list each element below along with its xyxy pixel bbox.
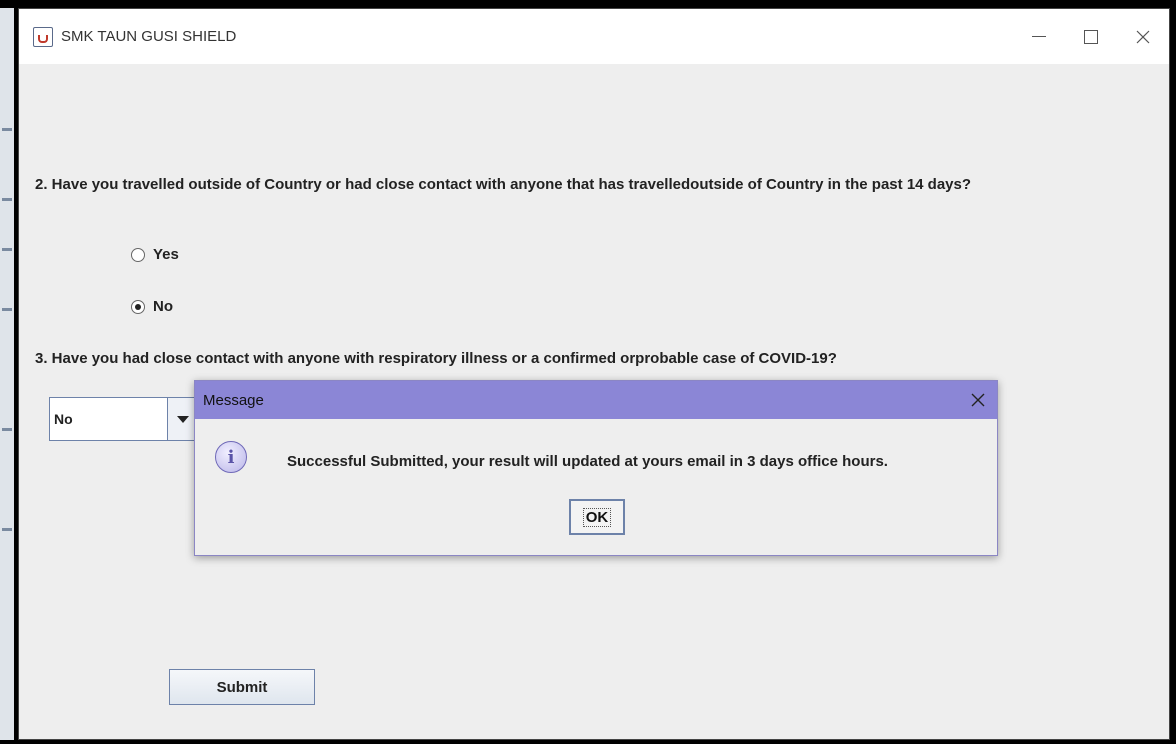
ok-button[interactable]: OK [569, 499, 625, 535]
question-3-dropdown[interactable]: No [49, 397, 199, 441]
title-bar[interactable]: SMK TAUN GUSI SHIELD [19, 9, 1169, 64]
radio-no-label: No [153, 298, 173, 315]
dialog-title: Message [203, 391, 264, 409]
java-cup-icon [33, 26, 53, 47]
dialog-title-bar[interactable]: Message [195, 381, 997, 419]
close-button[interactable] [1117, 9, 1169, 64]
question-2-label: 2. Have you travelled outside of Country… [35, 176, 972, 193]
maximize-icon [1084, 29, 1098, 44]
close-icon [1136, 30, 1150, 43]
radio-yes-label: Yes [153, 246, 179, 263]
radio-yes-option[interactable]: Yes [131, 246, 179, 263]
message-dialog: Message i Successful Submitted, your res… [194, 380, 998, 556]
info-icon: i [215, 441, 247, 473]
radio-no[interactable] [131, 299, 145, 314]
app-window: SMK TAUN GUSI SHIELD 2. Have you travell… [18, 8, 1170, 740]
radio-yes[interactable] [131, 247, 145, 262]
dropdown-value: No [54, 411, 73, 427]
maximize-button[interactable] [1065, 9, 1117, 64]
window-title: SMK TAUN GUSI SHIELD [61, 28, 237, 45]
ok-button-label: OK [582, 507, 612, 527]
radio-no-option[interactable]: No [131, 298, 173, 315]
minimize-button[interactable] [1013, 9, 1065, 64]
question-3-label: 3. Have you had close contact with anyon… [35, 350, 837, 367]
dialog-close-button[interactable] [969, 391, 987, 409]
desktop-background [0, 8, 14, 740]
chevron-down-icon [177, 415, 189, 423]
dialog-message: Successful Submitted, your result will u… [287, 453, 888, 470]
minimize-icon [1032, 36, 1046, 37]
submit-button[interactable]: Submit [169, 669, 315, 705]
